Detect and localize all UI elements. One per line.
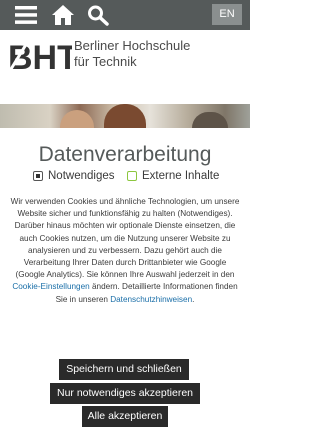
top-navigation-bar: EN (0, 0, 250, 30)
external-content-checkbox[interactable] (127, 171, 137, 181)
search-icon[interactable] (86, 4, 110, 26)
consent-text-part1: Wir verwenden Cookies und ähnliche Techn… (10, 197, 240, 280)
option-necessary-label: Notwendiges (48, 170, 115, 182)
language-switch-button[interactable]: EN (212, 4, 242, 25)
accept-all-button[interactable]: Alle akzeptieren (82, 406, 168, 427)
save-and-close-button[interactable]: Speichern und schließen (59, 359, 189, 380)
consent-title: Datenverarbeitung (38, 143, 212, 166)
university-name-line1: Berliner Hochschule (74, 38, 191, 53)
privacy-notice-link[interactable]: Datenschutzhinweisen (110, 295, 192, 304)
consent-description: Wir verwenden Cookies und ähnliche Techn… (10, 196, 240, 306)
university-name-line2: für Technik (74, 54, 137, 69)
university-name: Berliner Hochschule für Technik (74, 38, 190, 70)
accept-necessary-only-button[interactable]: Nur notwendiges akzeptieren (50, 383, 200, 404)
bht-logo-mark[interactable]: BHT (6, 36, 72, 76)
consent-options: Notwendiges Externe Inhalte (0, 170, 250, 186)
option-external-content[interactable]: Externe Inhalte (127, 170, 219, 182)
necessary-checkbox[interactable] (33, 171, 43, 181)
home-icon[interactable] (51, 4, 75, 26)
option-external-label: Externe Inhalte (142, 170, 220, 182)
hamburger-menu-icon[interactable] (14, 4, 38, 26)
consent-text-part3: . (192, 294, 195, 304)
cookie-settings-link[interactable]: Cookie-Einstellungen (12, 282, 89, 291)
option-necessary[interactable]: Notwendiges (33, 170, 114, 182)
